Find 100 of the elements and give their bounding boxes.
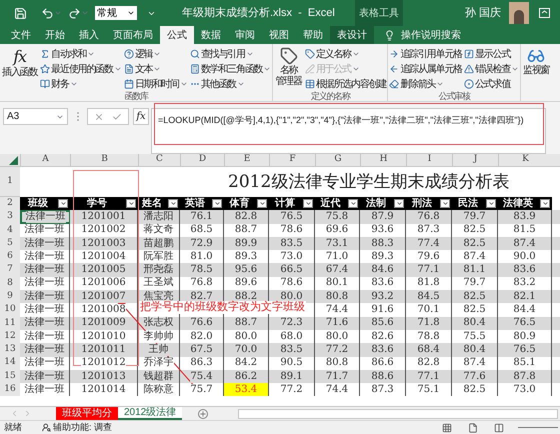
ribbon-button[interactable]: 自动求和 — [40, 47, 122, 61]
row-header[interactable]: 15 — [0, 370, 20, 384]
column-header[interactable]: I — [406, 154, 452, 166]
accessibility-status[interactable]: 辅助功能: 调查 — [53, 421, 112, 434]
table-icon — [304, 79, 315, 89]
ribbon-button[interactable]: 逻辑 — [124, 47, 188, 61]
column-header[interactable]: K — [498, 154, 552, 166]
circle-icon — [464, 79, 474, 89]
question-icon — [124, 49, 134, 59]
restore-icon[interactable] — [539, 8, 550, 18]
ribbon-button[interactable]: 其他函数 — [190, 77, 272, 91]
filter-button[interactable] — [212, 199, 222, 208]
ribbon-button[interactable]: 追踪引用单元格 — [389, 47, 462, 61]
table-cell: 法律一班 — [24, 344, 64, 356]
row-header[interactable]: 3 — [0, 210, 20, 224]
ribbon-button[interactable]: 追踪从属单元格 — [389, 62, 462, 76]
large-ribbon-button[interactable]: 监视窗 — [522, 47, 550, 101]
accessibility-icon[interactable] — [42, 423, 51, 432]
ribbon-button[interactable]: 定义名称 — [304, 47, 386, 61]
filter-button[interactable] — [126, 199, 136, 208]
search-link[interactable]: 操作说明搜索 — [401, 26, 461, 44]
column-header[interactable]: A — [20, 154, 70, 166]
filter-button[interactable] — [394, 199, 404, 208]
row-header[interactable]: 8 — [0, 276, 20, 290]
sheet-tab[interactable]: 班级平均分 — [56, 407, 118, 420]
redo-icon[interactable] — [68, 6, 81, 20]
ribbon-button[interactable]: 最近使用的函数 — [40, 62, 122, 76]
ribbon-button[interactable]: 根据所选内容创建 — [304, 77, 386, 91]
ribbon-button[interactable]: 错误检查 — [464, 62, 520, 76]
avatar[interactable] — [509, 2, 529, 24]
row-header[interactable]: 16 — [0, 383, 20, 396]
ribbon-button[interactable]: 文本 — [124, 62, 188, 76]
column-header[interactable]: C — [138, 154, 180, 166]
ribbon-button[interactable]: 数学和三角函数 — [190, 62, 272, 76]
large-ribbon-button[interactable]: fx 插入函数 — [1, 47, 38, 91]
ribbon-tab[interactable]: 公式 — [160, 26, 194, 44]
filter-button[interactable] — [168, 199, 178, 208]
save-icon[interactable] — [14, 6, 27, 20]
dropdown-icon — [114, 65, 122, 73]
filter-button[interactable] — [486, 199, 496, 208]
table-cell: 89.1 — [280, 370, 303, 382]
cancel-icon[interactable] — [94, 112, 104, 122]
row-header[interactable]: 5 — [0, 236, 20, 250]
undo-icon[interactable] — [41, 6, 54, 20]
ribbon-button[interactable]: 删除箭头 — [389, 77, 462, 91]
row-header[interactable]: 13 — [0, 343, 20, 357]
row-header[interactable]: 2 — [0, 197, 20, 210]
table-cell: 潘志阳 — [144, 210, 174, 223]
ribbon-tab[interactable]: 表设计 — [330, 26, 374, 44]
column-header[interactable]: B — [70, 154, 138, 166]
filter-button[interactable] — [58, 199, 68, 208]
ribbon-button[interactable]: 查找与引用 — [190, 47, 272, 61]
ribbon-button[interactable]: 显示公式 — [464, 47, 520, 61]
normal-view-icon[interactable] — [442, 422, 452, 433]
ribbon-tab[interactable]: 数据 — [194, 26, 228, 44]
column-header[interactable]: D — [180, 154, 224, 166]
column-header[interactable]: H — [360, 154, 406, 166]
filter-button[interactable] — [540, 199, 550, 208]
ribbon-tab[interactable]: 视图 — [262, 26, 296, 44]
row-header[interactable]: 7 — [0, 263, 20, 277]
enter-icon[interactable] — [112, 112, 122, 122]
row-header[interactable]: 9 — [0, 290, 20, 304]
ribbon-button[interactable]: 公式求值 — [464, 77, 520, 91]
ribbon-tab[interactable]: 开始 — [38, 26, 72, 44]
name-box[interactable]: A3 — [3, 108, 68, 125]
ribbon-tab[interactable]: 帮助 — [296, 26, 330, 44]
row-header[interactable]: 10 — [0, 303, 20, 317]
row-header[interactable]: 12 — [0, 330, 20, 344]
filter-button[interactable] — [303, 199, 313, 208]
page-layout-icon[interactable] — [468, 422, 478, 433]
column-header[interactable]: J — [452, 154, 498, 166]
ribbon-tab[interactable]: 页面布局 — [106, 26, 160, 44]
insert-function-button[interactable]: fx — [133, 108, 149, 125]
ribbon-button[interactable]: 日期和时间 — [124, 77, 188, 91]
ribbon-tab[interactable]: 审阅 — [228, 26, 262, 44]
row-header[interactable]: 1 — [0, 167, 20, 197]
table-cell: 法律一班 — [24, 357, 64, 370]
dropdown-icon — [54, 9, 62, 17]
row-header[interactable]: 6 — [0, 250, 20, 264]
formula-field[interactable]: =LOOKUP(MID([@学号],4,1),{"1","2","3","4"},{"法律一班","法律二班","法律三班","法律四班"}) — [151, 108, 546, 154]
filter-button[interactable] — [257, 199, 267, 208]
column-header[interactable]: G — [315, 154, 360, 166]
large-ribbon-button[interactable]: 名称 管理器 — [274, 47, 303, 91]
dropdown-icon — [70, 80, 78, 88]
pen-icon — [304, 64, 315, 74]
number-format-dropdown[interactable]: 常规 — [95, 6, 137, 20]
row-header[interactable]: 14 — [0, 356, 20, 370]
ribbon-button[interactable]: 财务 — [40, 77, 122, 91]
filter-button[interactable] — [440, 199, 450, 208]
row-header[interactable]: 11 — [0, 316, 20, 330]
filter-button[interactable] — [348, 199, 358, 208]
ribbon-tab[interactable]: 插入 — [72, 26, 106, 44]
add-sheet-icon[interactable] — [198, 408, 208, 418]
row-header[interactable]: 4 — [0, 224, 20, 237]
horizontal-scrollbar[interactable] — [238, 408, 558, 418]
page-break-icon[interactable] — [494, 422, 504, 433]
ribbon-tab[interactable]: 文件 — [4, 26, 38, 44]
sheet-tab[interactable]: 2012级法律 — [118, 407, 182, 420]
column-header[interactable]: F — [269, 154, 315, 166]
column-header[interactable]: E — [224, 154, 269, 166]
